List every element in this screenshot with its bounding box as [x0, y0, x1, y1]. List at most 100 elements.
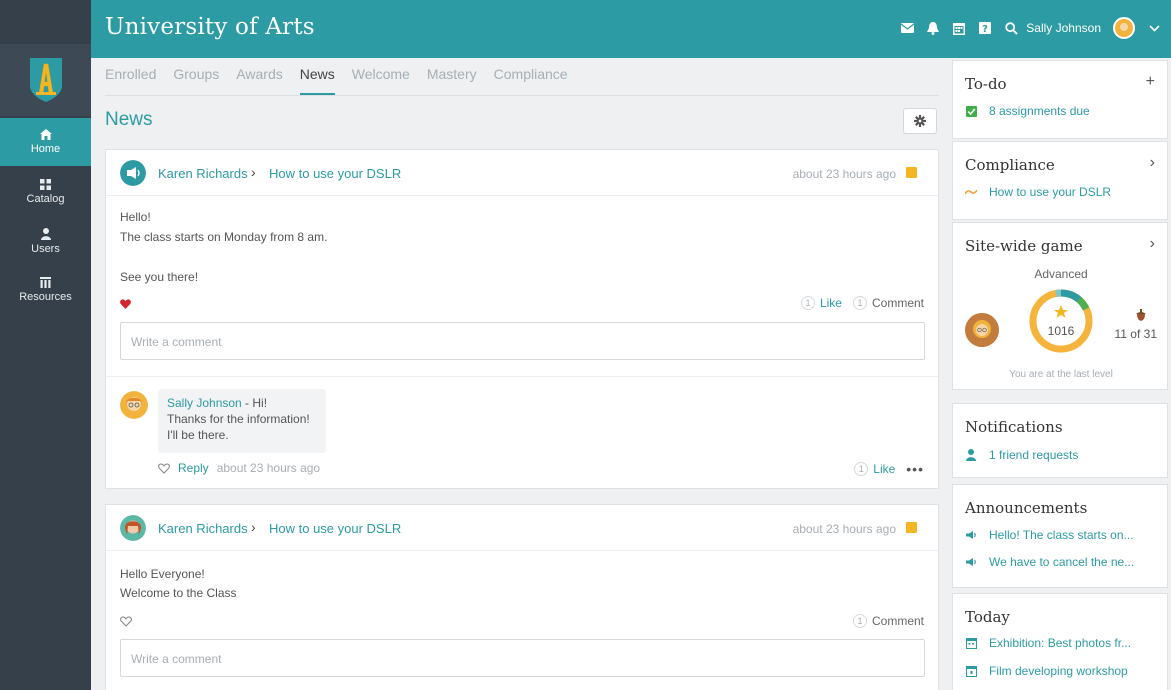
- checkbox-icon: [965, 105, 977, 117]
- avatar[interactable]: [1113, 17, 1135, 39]
- compliance-item[interactable]: How to use your DSLR: [965, 185, 1111, 199]
- brand-logo[interactable]: [0, 44, 91, 116]
- post-author[interactable]: Karen Richards: [158, 521, 248, 536]
- post-header: Karen Richards › How to use your DSLR ab…: [106, 150, 938, 196]
- sidebar-item-home[interactable]: Home: [0, 118, 91, 166]
- calendar-icon: [965, 665, 977, 677]
- game-progress-ring: [1029, 289, 1093, 353]
- heart-icon[interactable]: [120, 299, 131, 309]
- star-icon: [1054, 305, 1068, 318]
- announcement-avatar-icon: [120, 160, 146, 186]
- like-count: 1: [800, 296, 815, 310]
- sidebar-item-catalog[interactable]: Catalog: [0, 168, 91, 216]
- bell-icon[interactable]: [926, 21, 940, 35]
- more-options-icon[interactable]: •••: [906, 461, 924, 477]
- post-header: Karen Richards › How to use your DSLR ab…: [106, 505, 938, 551]
- search-icon[interactable]: [1004, 21, 1018, 35]
- user-name[interactable]: Sally Johnson: [1026, 21, 1101, 35]
- comment-author[interactable]: Sally Johnson: [167, 396, 242, 410]
- todo-item[interactable]: 8 assignments due: [965, 104, 1090, 118]
- heart-outline-icon[interactable]: [120, 616, 132, 627]
- app-title[interactable]: University of Arts: [105, 14, 315, 40]
- announcement-item[interactable]: Hello! The class starts on...: [965, 528, 1134, 542]
- today-panel: Today Exhibition: Best photos fr... Film…: [952, 593, 1168, 690]
- comment-thread: Sally Johnson - Hi! Thanks for the infor…: [106, 376, 938, 488]
- like-count: 1: [854, 462, 869, 476]
- comment-button[interactable]: Comment: [872, 614, 924, 628]
- like-button[interactable]: Like: [873, 462, 895, 476]
- news-post: Karen Richards › How to use your DSLR ab…: [105, 149, 939, 489]
- post-text: Hello!: [120, 210, 151, 224]
- announcement-item-label: We have to cancel the ne...: [989, 555, 1135, 569]
- notification-item[interactable]: 1 friend requests: [965, 448, 1078, 462]
- shield-logo-icon: [29, 58, 62, 102]
- comment-like: 1 Like •••: [854, 461, 924, 477]
- tab-groups[interactable]: Groups: [173, 66, 219, 94]
- sidebar-item-label: Catalog: [26, 193, 65, 205]
- settings-button[interactable]: [903, 108, 937, 134]
- user-icon: [965, 449, 977, 461]
- mail-icon[interactable]: [900, 21, 914, 35]
- comment-input[interactable]: Write a comment: [120, 322, 925, 360]
- calendar-icon: [965, 637, 977, 649]
- add-icon[interactable]: +: [1146, 73, 1155, 91]
- avatar[interactable]: [120, 391, 148, 419]
- comment-meta: Reply about 23 hours ago: [158, 461, 320, 475]
- sidebar: Home Catalog Users Resources: [0, 0, 91, 690]
- comment-button[interactable]: Comment: [872, 296, 924, 310]
- panel-title: Notifications: [965, 418, 1063, 436]
- post-course[interactable]: How to use your DSLR: [269, 521, 401, 536]
- calendar-icon[interactable]: [952, 21, 966, 35]
- reply-button[interactable]: Reply: [178, 461, 209, 475]
- chevron-right-icon[interactable]: ›: [1150, 235, 1155, 253]
- megaphone-icon: [965, 557, 977, 567]
- trend-icon: [965, 188, 977, 196]
- news-post: Karen Richards › How to use your DSLR ab…: [105, 504, 939, 690]
- megaphone-icon: [965, 530, 977, 540]
- post-text: Welcome to the Class: [120, 586, 237, 600]
- grid-icon: [40, 179, 51, 190]
- svg-text:?: ?: [982, 24, 988, 34]
- post-author[interactable]: Karen Richards: [158, 166, 248, 181]
- panel-title: Announcements: [965, 499, 1088, 517]
- notifications-panel: Notifications 1 friend requests: [952, 403, 1168, 478]
- comment-text: - Hi!: [241, 396, 268, 410]
- announcement-item-label: Hello! The class starts on...: [989, 528, 1134, 542]
- event-item[interactable]: Film developing workshop: [965, 664, 1128, 678]
- tab-welcome[interactable]: Welcome: [352, 66, 410, 94]
- todo-panel: To-do + 8 assignments due: [952, 60, 1168, 139]
- comment-text: I'll be there.: [167, 428, 229, 442]
- tab-mastery[interactable]: Mastery: [427, 66, 477, 94]
- flag-icon[interactable]: [906, 167, 917, 178]
- post-time: about 23 hours ago: [792, 167, 896, 181]
- game-panel: Site-wide game › Advanced 1016 11 of 31 …: [952, 222, 1168, 390]
- tab-news[interactable]: News: [299, 66, 335, 95]
- help-icon[interactable]: ?: [978, 21, 992, 35]
- post-course[interactable]: How to use your DSLR: [269, 166, 401, 181]
- game-footer: You are at the last level: [1009, 369, 1113, 380]
- top-bar: University of Arts ? Sally Johnson: [0, 0, 1171, 58]
- top-icons: ? Sally Johnson: [900, 17, 1161, 39]
- tab-compliance[interactable]: Compliance: [494, 66, 568, 94]
- flag-icon[interactable]: [906, 522, 917, 533]
- tab-awards[interactable]: Awards: [236, 66, 282, 94]
- event-item[interactable]: Exhibition: Best photos fr...: [965, 636, 1131, 650]
- like-button[interactable]: Like: [820, 296, 842, 310]
- sidebar-item-users[interactable]: Users: [0, 217, 91, 265]
- post-text: Hello Everyone!: [120, 567, 205, 581]
- avatar[interactable]: [120, 515, 146, 541]
- sidebar-item-resources[interactable]: Resources: [0, 266, 91, 314]
- panel-title: To-do: [965, 75, 1007, 93]
- announcement-item[interactable]: We have to cancel the ne...: [965, 555, 1134, 569]
- comment-time: about 23 hours ago: [216, 461, 321, 475]
- heart-outline-icon[interactable]: [158, 462, 170, 474]
- chevron-down-icon[interactable]: [1147, 21, 1161, 35]
- tab-enrolled[interactable]: Enrolled: [105, 66, 156, 94]
- event-item-label: Film developing workshop: [989, 664, 1128, 678]
- avatar[interactable]: [965, 313, 999, 347]
- comment-input[interactable]: Write a comment: [120, 639, 925, 677]
- chevron-right-icon[interactable]: ›: [1150, 154, 1155, 172]
- panel-title: Compliance: [965, 156, 1055, 174]
- game-level: Advanced: [1034, 267, 1088, 281]
- library-icon: [40, 277, 51, 288]
